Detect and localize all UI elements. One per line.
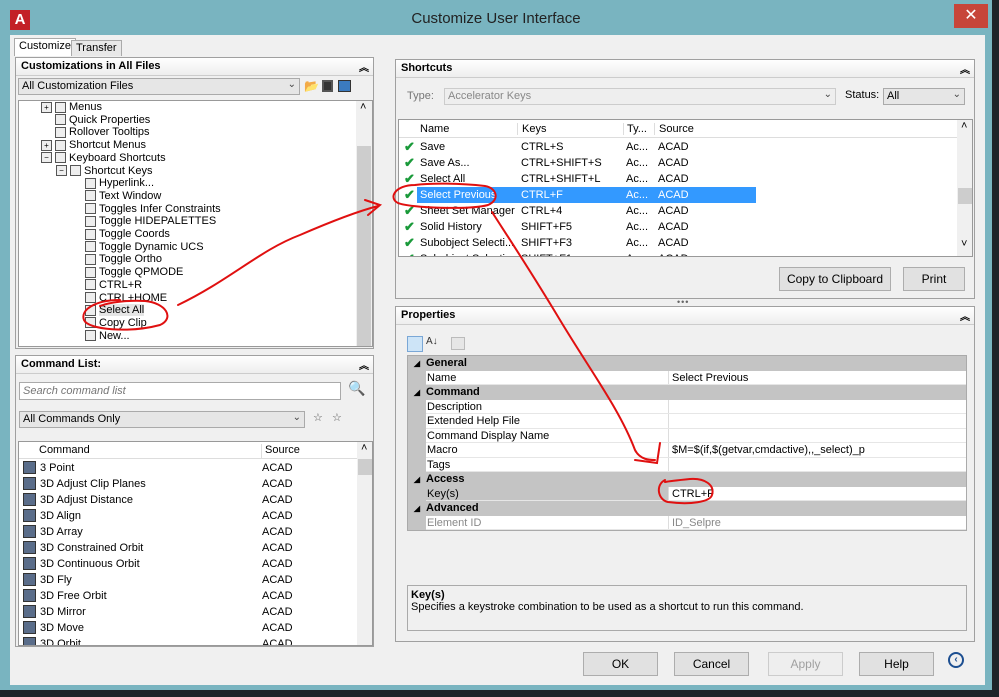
annotation-circle-select-all	[82, 299, 169, 331]
annotation-arrow-to-shortcuts	[177, 199, 383, 306]
annotation-arrow-to-keys	[491, 211, 661, 465]
annotation-circle-keys-value	[657, 477, 714, 505]
annotation-circle-select-previous	[392, 182, 497, 209]
annotation-overlay	[82, 182, 714, 505]
